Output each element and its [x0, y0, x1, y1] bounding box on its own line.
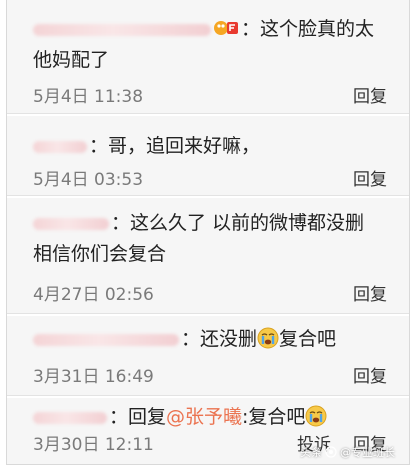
comment-item: ：这么久了 以前的微博都没删 相信你们会复合 4月27日 02:56 回复 [7, 198, 409, 314]
comment-time: 5月4日 11:38 [33, 86, 144, 107]
comment-body: ：哥，追回来好嘛， [89, 135, 261, 157]
reply-button[interactable]: 回复 [353, 82, 387, 107]
watermark-author: @专业班长 [340, 446, 395, 459]
comment-item: ：这个脸真的太他妈配了 5月4日 11:38 回复 [7, 0, 409, 114]
watermark-source: 头条 [300, 446, 322, 459]
reply-button[interactable]: 回复 [353, 165, 387, 190]
username-blurred[interactable] [33, 411, 107, 424]
comment-time: 3月30日 12:11 [33, 434, 154, 455]
comment-body-start: ：回复 [109, 406, 167, 428]
comment-text: ：哥，追回来好嘛， [33, 116, 387, 162]
comment-time: 5月4日 03:53 [33, 169, 144, 190]
username-blurred[interactable] [33, 140, 87, 153]
member-badge-icon [213, 17, 239, 37]
crying-face-icon [305, 405, 327, 427]
comment-item: ：还没删 复合吧 3月31日 16:49 回复 [7, 316, 409, 396]
comment-body-mid: :复合吧 [242, 406, 306, 428]
comment-text: ：还没删 复合吧 [33, 316, 387, 355]
reply-button[interactable]: 回复 [353, 362, 387, 387]
comment-body-start: ：还没删 [181, 328, 258, 350]
comment-list: ：这个脸真的太他妈配了 5月4日 11:38 回复 ：哥，追回来好嘛， 5月4日… [6, 0, 410, 465]
comment-meta: 5月4日 11:38 回复 [33, 80, 387, 108]
comment-text: ：这么久了 以前的微博都没删 相信你们会复合 [33, 198, 387, 270]
comment-time: 3月31日 16:49 [33, 366, 154, 387]
reply-button[interactable]: 回复 [353, 280, 387, 305]
comment-body-end: 复合吧 [279, 328, 337, 350]
comment-meta: 3月31日 16:49 回复 [33, 360, 387, 388]
comment-text: ：这个脸真的太他妈配了 [33, 0, 387, 76]
comment-meta: 5月4日 03:53 回复 [33, 163, 387, 191]
watermark: 头条 @专业班长 [300, 444, 395, 460]
username-blurred[interactable] [33, 333, 179, 346]
mention-link[interactable]: @张予曦 [166, 406, 242, 428]
comment-meta: 4月27日 02:56 回复 [33, 278, 387, 306]
comment-time: 4月27日 02:56 [33, 284, 154, 305]
username-blurred[interactable] [33, 23, 211, 36]
comment-item: ：哥，追回来好嘛， 5月4日 03:53 回复 [7, 116, 409, 196]
watermark-logo-icon [325, 446, 337, 458]
username-blurred[interactable] [33, 217, 109, 230]
crying-face-icon [257, 327, 279, 349]
